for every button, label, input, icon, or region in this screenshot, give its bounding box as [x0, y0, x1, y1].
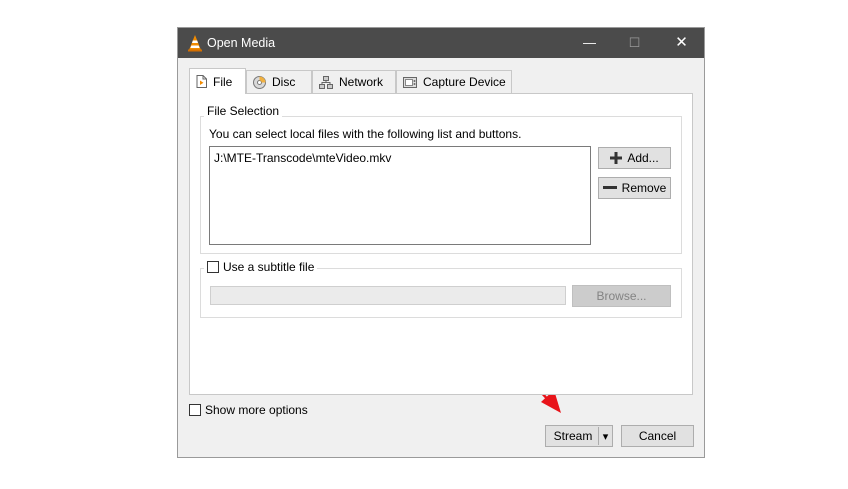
show-more-options-row[interactable]: Show more options: [189, 403, 308, 417]
tab-disc[interactable]: Disc: [246, 70, 312, 93]
browse-button[interactable]: Browse...: [572, 285, 671, 307]
tab-network[interactable]: Network: [312, 70, 396, 93]
vlc-cone-icon: [188, 35, 202, 52]
add-button-label: Add...: [627, 151, 659, 165]
capture-device-icon: [403, 76, 417, 88]
remove-button-label: Remove: [621, 181, 667, 195]
minus-icon: [602, 186, 617, 189]
minimize-button[interactable]: —: [567, 28, 612, 58]
tab-capture-device-label: Capture Device: [423, 75, 506, 89]
tab-file-label: File: [213, 74, 233, 89]
file-list[interactable]: J:\MTE-Transcode\mteVideo.mkv: [209, 146, 591, 245]
cancel-button-label: Cancel: [638, 429, 677, 443]
show-more-options-checkbox[interactable]: [189, 404, 201, 416]
close-button[interactable]: ✕: [659, 28, 704, 58]
window-title: Open Media: [207, 36, 276, 50]
file-selection-instructions: You can select local files with the foll…: [209, 127, 522, 141]
network-icon: [319, 75, 333, 89]
browse-button-label: Browse...: [596, 289, 647, 303]
cancel-button[interactable]: Cancel: [621, 425, 694, 447]
disc-icon: [253, 75, 266, 89]
remove-button[interactable]: Remove: [598, 177, 671, 199]
file-selection-title: File Selection: [204, 104, 283, 118]
file-icon: [196, 75, 207, 88]
maximize-button[interactable]: ☐: [612, 28, 657, 58]
chevron-down-icon: ▾: [602, 430, 609, 443]
open-media-dialog: Open Media — ☐ ✕ File Disc Network Captu…: [177, 27, 705, 458]
subtitle-checkbox[interactable]: [207, 261, 219, 273]
show-more-options-label: Show more options: [205, 403, 308, 417]
tab-network-label: Network: [339, 75, 384, 89]
add-button[interactable]: Add...: [598, 147, 671, 169]
plus-icon: [610, 152, 623, 164]
tab-disc-label: Disc: [272, 75, 296, 89]
stream-dropdown-button[interactable]: ▾: [599, 426, 612, 446]
list-item[interactable]: J:\MTE-Transcode\mteVideo.mkv: [214, 151, 391, 165]
subtitle-path-field[interactable]: [210, 286, 566, 305]
title-bar: Open Media — ☐ ✕: [178, 28, 704, 58]
subtitle-checkbox-row[interactable]: Use a subtitle file: [204, 260, 318, 274]
tab-file[interactable]: File: [189, 68, 246, 94]
tab-capture-device[interactable]: Capture Device: [396, 70, 512, 93]
stream-button-label: Stream: [553, 429, 593, 443]
subtitle-checkbox-label: Use a subtitle file: [223, 260, 315, 274]
